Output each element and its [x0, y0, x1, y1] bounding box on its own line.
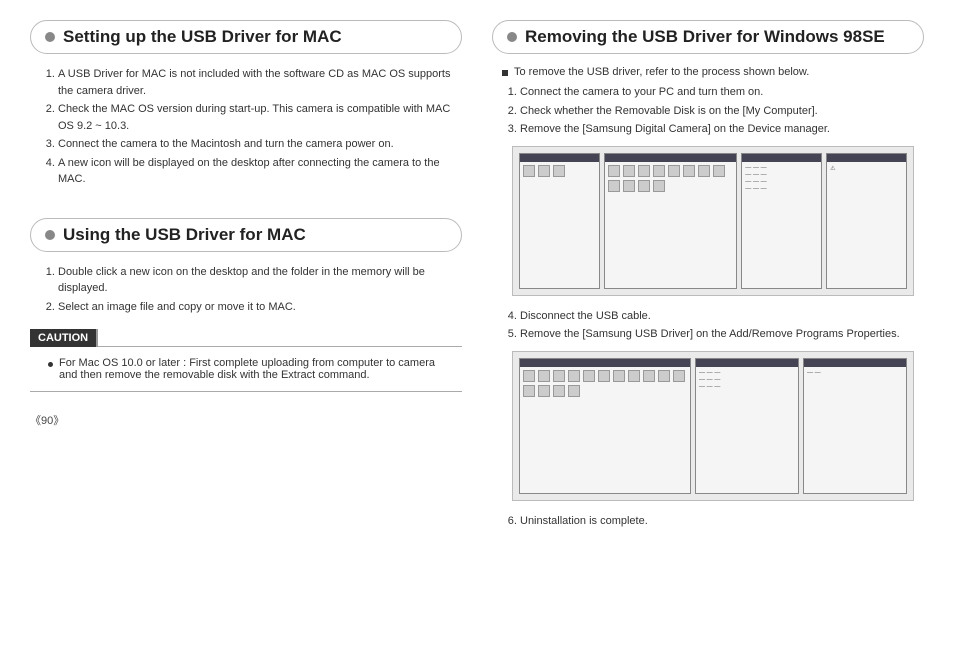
step-item: Connect the camera to the Macintosh and … — [58, 136, 462, 153]
window-uninstall-wizard: — — — [803, 358, 907, 494]
section-title: Removing the USB Driver for Windows 98SE — [525, 27, 885, 47]
section-header-using-mac: Using the USB Driver for MAC — [30, 218, 462, 252]
steps-list-c: Uninstallation is complete. — [492, 513, 924, 530]
step-item: Disconnect the USB cable. — [520, 308, 924, 325]
square-bullet-icon — [502, 70, 508, 76]
caution-box: CAUTION For Mac OS 10.0 or later : First… — [30, 329, 462, 392]
bullet-icon — [45, 230, 55, 240]
step-item: Connect the camera to your PC and turn t… — [520, 84, 924, 101]
bullet-dot-icon — [48, 362, 53, 367]
section-title: Using the USB Driver for MAC — [63, 225, 306, 245]
caution-body: For Mac OS 10.0 or later : First complet… — [30, 347, 462, 392]
right-column: Removing the USB Driver for Windows 98SE… — [492, 20, 924, 531]
screenshot-add-remove: — — —— — —— — — — — — [512, 351, 914, 501]
step-item: Check the MAC OS version during start-up… — [58, 101, 462, 134]
section-header-setup-mac: Setting up the USB Driver for MAC — [30, 20, 462, 54]
window-confirm-dialog: ⚠ — [826, 153, 907, 289]
step-item: Remove the [Samsung Digital Camera] on t… — [520, 121, 924, 138]
caution-text: For Mac OS 10.0 or later : First complet… — [59, 357, 456, 381]
screenshot-device-manager: — — —— — —— — —— — — ⚠ — [512, 146, 914, 296]
section-header-remove-win98: Removing the USB Driver for Windows 98SE — [492, 20, 924, 54]
window-explorer — [604, 153, 737, 289]
step-item: Remove the [Samsung USB Driver] on the A… — [520, 326, 924, 343]
intro-label: To remove the USB driver, refer to the p… — [514, 66, 809, 78]
window-control-panel — [519, 358, 691, 494]
bullet-icon — [45, 32, 55, 42]
steps-list-a: Connect the camera to your PC and turn t… — [492, 84, 924, 138]
window-taskbar — [519, 153, 600, 289]
caution-label: CAUTION — [30, 329, 98, 347]
window-add-remove-programs: — — —— — —— — — — [695, 358, 799, 494]
step-item: A new icon will be displayed on the desk… — [58, 155, 462, 188]
steps-list-using: Double click a new icon on the desktop a… — [30, 264, 462, 316]
page-number: 《90》 — [30, 412, 462, 428]
steps-list-setup: A USB Driver for MAC is not included wit… — [30, 66, 462, 188]
step-item: Check whether the Removable Disk is on t… — [520, 103, 924, 120]
steps-list-b: Disconnect the USB cable. Remove the [Sa… — [492, 308, 924, 343]
bullet-icon — [507, 32, 517, 42]
step-item: Double click a new icon on the desktop a… — [58, 264, 462, 297]
step-item: Uninstallation is complete. — [520, 513, 924, 530]
step-item: Select an image file and copy or move it… — [58, 299, 462, 316]
window-device-manager: — — —— — —— — —— — — — [741, 153, 822, 289]
page-content: Setting up the USB Driver for MAC A USB … — [30, 20, 924, 531]
step-item: A USB Driver for MAC is not included wit… — [58, 66, 462, 99]
intro-text: To remove the USB driver, refer to the p… — [502, 66, 924, 78]
left-column: Setting up the USB Driver for MAC A USB … — [30, 20, 462, 531]
section-title: Setting up the USB Driver for MAC — [63, 27, 342, 47]
